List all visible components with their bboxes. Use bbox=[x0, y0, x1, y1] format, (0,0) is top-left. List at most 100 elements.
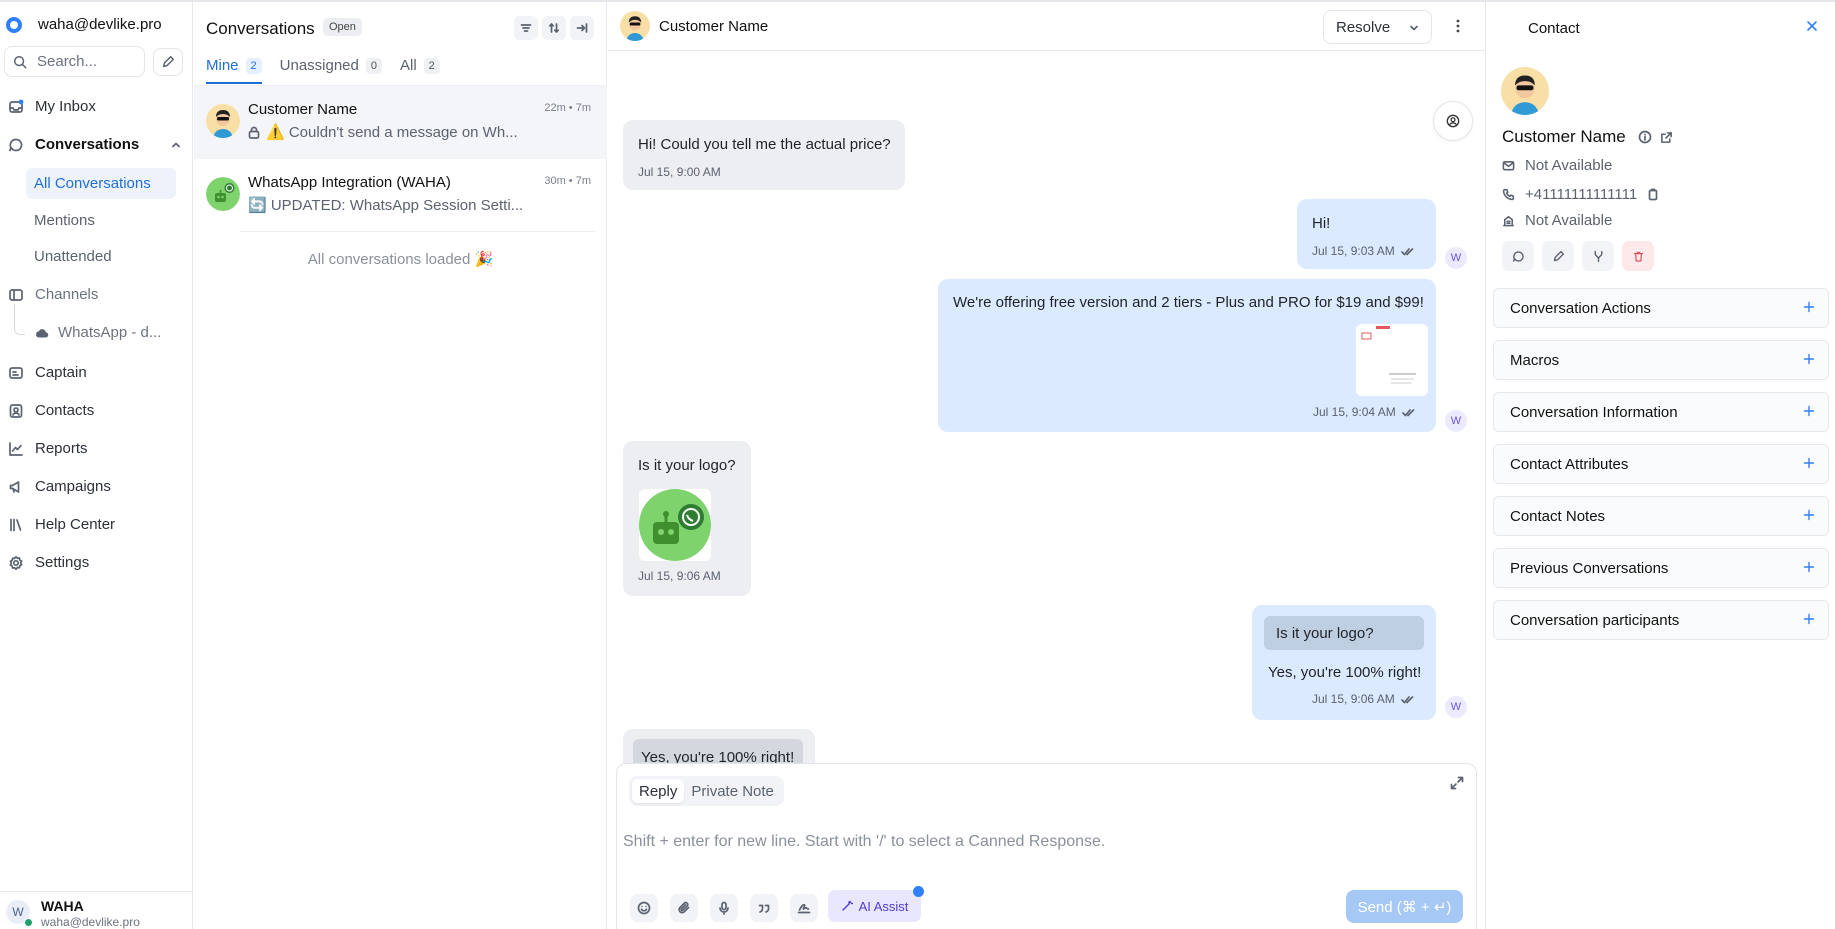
accordion-contact-attributes[interactable]: Contact Attributes bbox=[1493, 444, 1829, 484]
kebab-menu-icon bbox=[1456, 19, 1460, 33]
incoming-message[interactable]: Yes, you're 100% right! bbox=[623, 729, 815, 763]
tab-all-label: All bbox=[399, 57, 417, 74]
quoted-message[interactable]: Is it your logo? bbox=[1264, 616, 1424, 650]
assign-agent-button[interactable] bbox=[1433, 101, 1473, 141]
agent-avatar: W bbox=[1445, 410, 1467, 432]
filter-button[interactable] bbox=[514, 16, 538, 40]
account-switcher[interactable]: waha@devlike.pro bbox=[6, 16, 162, 33]
send-button[interactable]: Send (⌘ + ↵) bbox=[1346, 890, 1463, 923]
nav-conversations[interactable]: Conversations bbox=[8, 136, 182, 153]
current-user[interactable]: W WAHA waha@devlike.pro bbox=[0, 891, 193, 929]
conversation-list-panel: Conversations Open Mine 2 Unassigned 0 A… bbox=[194, 2, 607, 929]
chevron-up-icon[interactable] bbox=[170, 139, 182, 151]
emoji-icon bbox=[637, 901, 651, 915]
image-attachment[interactable] bbox=[639, 489, 711, 561]
agent-avatar: W bbox=[1445, 247, 1467, 269]
expand-button[interactable] bbox=[1450, 776, 1464, 790]
accordion-conversation-information[interactable]: Conversation Information bbox=[1493, 392, 1829, 432]
delete-contact-button[interactable] bbox=[1622, 241, 1654, 271]
quote-button[interactable] bbox=[750, 894, 778, 922]
plus-icon bbox=[1803, 353, 1815, 365]
copy-icon[interactable] bbox=[1647, 188, 1659, 201]
accordion-label: Previous Conversations bbox=[1510, 559, 1669, 577]
nav-contacts[interactable]: Contacts bbox=[8, 402, 94, 419]
more-options-button[interactable] bbox=[1448, 16, 1468, 36]
signature-button[interactable] bbox=[790, 894, 818, 922]
tab-mine-count: 2 bbox=[245, 57, 262, 74]
quoted-message[interactable]: Yes, you're 100% right! bbox=[633, 739, 803, 763]
attach-button[interactable] bbox=[670, 894, 698, 922]
close-button[interactable] bbox=[1806, 20, 1818, 32]
chevron-down-icon[interactable] bbox=[1409, 23, 1419, 33]
conversation-item[interactable]: Customer Name 22m • 7m ⚠️ Couldn't send … bbox=[194, 86, 607, 159]
plus-icon bbox=[1803, 613, 1815, 625]
accordion-conversation-participants[interactable]: Conversation participants bbox=[1493, 600, 1829, 640]
edit-contact-button[interactable] bbox=[1542, 241, 1574, 271]
search-icon bbox=[14, 55, 27, 68]
chart-line-icon bbox=[9, 441, 23, 456]
status-badge[interactable]: Open bbox=[323, 18, 362, 36]
incoming-message[interactable]: Hi! Could you tell me the actual price? … bbox=[623, 120, 905, 190]
tab-all[interactable]: All 2 bbox=[400, 57, 440, 84]
tab-mine[interactable]: Mine 2 bbox=[206, 57, 262, 84]
tab-private-note[interactable]: Private Note bbox=[684, 779, 781, 803]
contact-panel: Contact Customer Name Not Available +411… bbox=[1485, 2, 1835, 929]
accordion-previous-conversations[interactable]: Previous Conversations bbox=[1493, 548, 1829, 588]
tab-reply[interactable]: Reply bbox=[632, 779, 685, 803]
double-check-icon bbox=[1401, 408, 1415, 416]
merge-contact-button[interactable] bbox=[1582, 241, 1614, 271]
nav-my-inbox[interactable]: My Inbox bbox=[8, 98, 96, 115]
accordion-label: Conversation participants bbox=[1510, 611, 1680, 629]
chat-contact-name[interactable]: Customer Name bbox=[659, 18, 768, 35]
resolve-button[interactable]: Resolve bbox=[1323, 10, 1432, 44]
nav-channels[interactable]: Channels bbox=[8, 286, 98, 303]
accordion-macros[interactable]: Macros bbox=[1493, 340, 1829, 380]
nav-reports[interactable]: Reports bbox=[8, 440, 88, 457]
conversation-preview-text: 🔄 UPDATED: WhatsApp Session Setti... bbox=[248, 197, 524, 214]
nav-campaigns[interactable]: Campaigns bbox=[8, 478, 111, 495]
chat-bubble-icon bbox=[1512, 250, 1524, 262]
sort-button[interactable] bbox=[542, 16, 566, 40]
accordion-conversation-actions[interactable]: Conversation Actions bbox=[1493, 288, 1829, 328]
message-meta: Jul 15, 9:06 AM bbox=[1312, 692, 1415, 706]
emoji-button[interactable] bbox=[630, 894, 658, 922]
message-timestamp: Jul 15, 9:03 AM bbox=[1312, 244, 1395, 258]
accordion-contact-notes[interactable]: Contact Notes bbox=[1493, 496, 1829, 536]
outgoing-message[interactable]: Hi! Jul 15, 9:03 AM bbox=[1297, 199, 1436, 269]
collapse-list-button[interactable] bbox=[570, 16, 594, 40]
contact-phone-text: +41111111111111 bbox=[1525, 186, 1638, 203]
plus-icon bbox=[1803, 301, 1815, 313]
incoming-message[interactable]: Is it your logo? Jul 15, 9:06 AM bbox=[623, 441, 751, 596]
nav-help-center[interactable]: Help Center bbox=[8, 516, 115, 533]
compose-button[interactable] bbox=[153, 48, 183, 76]
conversation-item[interactable]: WhatsApp Integration (WAHA) 30m • 7m 🔄 U… bbox=[194, 159, 607, 232]
nav-all-conversations-label: All Conversations bbox=[34, 175, 151, 192]
message-input[interactable]: Shift + enter for new line. Start with '… bbox=[623, 833, 1105, 851]
nav-mentions[interactable]: Mentions bbox=[26, 205, 176, 236]
nav-all-conversations[interactable]: All Conversations bbox=[26, 168, 176, 199]
image-attachment[interactable] bbox=[1356, 324, 1428, 396]
chat-panel: Customer Name Resolve Hi! Could you tell… bbox=[608, 2, 1485, 929]
nav-settings[interactable]: Settings bbox=[8, 554, 89, 571]
tab-mine-label: Mine bbox=[206, 57, 239, 74]
message-timestamp: Jul 15, 9:00 AM bbox=[638, 165, 721, 179]
nav-channel-whatsapp[interactable]: WhatsApp - d... bbox=[35, 324, 161, 341]
message-meta: Jul 15, 9:04 AM bbox=[1313, 405, 1416, 419]
nav-captain[interactable]: Captain bbox=[8, 364, 87, 381]
gear-icon bbox=[9, 555, 23, 570]
quoted-text: Yes, you're 100% right! bbox=[641, 749, 795, 763]
audio-record-button[interactable] bbox=[710, 894, 738, 922]
ai-assist-button[interactable]: AI Assist bbox=[828, 890, 921, 922]
new-message-button[interactable] bbox=[1502, 241, 1534, 271]
library-icon bbox=[10, 518, 22, 531]
trash-icon bbox=[1633, 251, 1643, 262]
cloud-icon bbox=[36, 328, 49, 338]
info-icon[interactable] bbox=[1638, 130, 1652, 144]
search-input[interactable]: Search... bbox=[4, 46, 145, 77]
outgoing-message[interactable]: Is it your logo? Yes, you're 100% right!… bbox=[1252, 605, 1436, 720]
tab-unassigned[interactable]: Unassigned 0 bbox=[280, 57, 382, 84]
message-text: Yes, you're 100% right! bbox=[1268, 664, 1422, 681]
nav-unattended[interactable]: Unattended bbox=[26, 241, 176, 272]
outgoing-message[interactable]: We're offering free version and 2 tiers … bbox=[938, 279, 1436, 432]
external-link-icon[interactable] bbox=[1660, 131, 1673, 144]
